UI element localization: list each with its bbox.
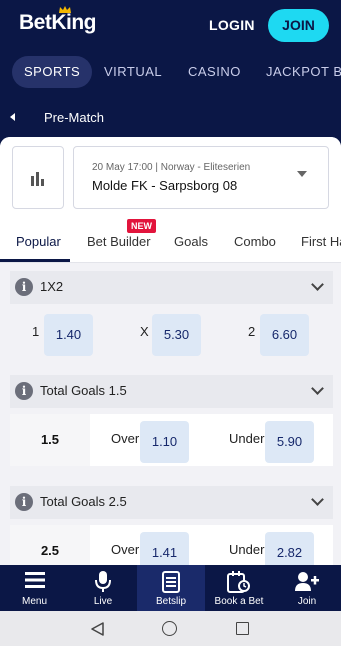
odds-button-over[interactable]: 1.10 (140, 421, 189, 463)
betking-logo[interactable]: BetKing (19, 11, 97, 35)
odds-button-over[interactable]: 1.41 (140, 532, 189, 565)
crown-icon (59, 6, 71, 13)
dropdown-arrow-icon (297, 171, 307, 177)
android-nav-bar (0, 611, 341, 646)
market-tabs: Popular Bet Builder Goals Combo First Ha (0, 223, 341, 263)
match-meta: 20 May 17:00 | Norway - Eliteserien (92, 162, 251, 173)
market-header-total-goals-1-5[interactable]: i Total Goals 1.5 (10, 375, 333, 408)
active-tab-indicator (0, 259, 70, 262)
nav-live[interactable]: Live (69, 565, 137, 611)
betslip-icon (162, 571, 180, 593)
login-button[interactable]: LOGIN (209, 17, 255, 33)
tab-combo[interactable]: Combo (234, 234, 276, 249)
category-nav: SPORTS VIRTUAL CASINO JACKPOT BE (0, 56, 341, 88)
nav-label: Menu (21, 596, 47, 607)
match-header: 20 May 17:00 | Norway - Eliteserien Mold… (0, 137, 341, 263)
odds-button-draw[interactable]: 5.30 (152, 314, 201, 356)
back-arrow-icon[interactable] (10, 113, 15, 121)
selection-label: X (140, 324, 149, 339)
info-icon[interactable]: i (15, 382, 33, 400)
selection-label: Over (111, 542, 140, 557)
odds-button-under[interactable]: 5.90 (265, 421, 314, 463)
bar-chart-icon (31, 172, 44, 186)
bottom-nav: Menu Live Betslip Book a Bet Join (0, 565, 341, 611)
market-row-total-goals-2-5: 2.5 Over 1.41 Under 2.82 (10, 525, 333, 565)
chevron-down-icon (311, 382, 324, 395)
odds-button-home[interactable]: 1.40 (44, 314, 93, 356)
tab-goals[interactable]: Goals (174, 234, 208, 249)
selection-label: Under (229, 542, 265, 557)
selection-label: Under (229, 431, 265, 446)
nav-label: Book a Bet (214, 596, 264, 607)
match-panel: 20 May 17:00 | Norway - Eliteserien Mold… (0, 137, 341, 565)
new-badge: NEW (127, 219, 156, 233)
selection-label: 2 (248, 324, 256, 339)
match-name: Molde FK - Sarpsborg 08 (92, 178, 238, 193)
goal-line: 1.5 (10, 414, 90, 466)
nav-book-a-bet[interactable]: Book a Bet (205, 565, 273, 611)
tab-bet-builder[interactable]: Bet Builder (87, 234, 151, 249)
chevron-down-icon (311, 493, 324, 506)
app-header: BetKing LOGIN JOIN (0, 0, 341, 52)
nav-label: Live (93, 596, 113, 607)
book-a-bet-icon (227, 571, 250, 593)
selection-label: Over (111, 431, 140, 446)
market-title: 1X2 (40, 279, 64, 294)
chevron-down-icon (311, 278, 324, 291)
microphone-icon (95, 571, 111, 592)
join-button[interactable]: JOIN (268, 9, 329, 42)
nav-join[interactable]: Join (273, 565, 341, 611)
market-row-1x2: 1 1.40 X 5.30 2 6.60 (10, 307, 333, 359)
android-recents-icon[interactable] (236, 622, 249, 635)
nav-label: Betslip (155, 596, 186, 607)
info-icon[interactable]: i (15, 493, 33, 511)
stats-button[interactable] (12, 146, 64, 209)
tab-first-half[interactable]: First Ha (301, 234, 341, 249)
prematch-bar: Pre-Match (0, 100, 341, 136)
odds-button-under[interactable]: 2.82 (265, 532, 314, 565)
nav-label: Join (297, 596, 317, 607)
android-back-icon[interactable] (91, 622, 105, 636)
category-virtual[interactable]: VIRTUAL (104, 56, 162, 88)
odds-button-away[interactable]: 6.60 (260, 314, 309, 356)
market-header-total-goals-2-5[interactable]: i Total Goals 2.5 (10, 486, 333, 519)
add-user-icon (295, 572, 319, 591)
match-selector[interactable]: 20 May 17:00 | Norway - Eliteserien Mold… (73, 146, 329, 209)
market-title: Total Goals 2.5 (40, 494, 127, 509)
nav-menu[interactable]: Menu (0, 565, 69, 611)
category-casino[interactable]: CASINO (188, 56, 241, 88)
android-home-icon[interactable] (162, 621, 177, 636)
nav-betslip[interactable]: Betslip (137, 565, 205, 611)
tab-popular[interactable]: Popular (16, 234, 61, 249)
market-title: Total Goals 1.5 (40, 383, 127, 398)
category-sports[interactable]: SPORTS (12, 56, 93, 88)
menu-icon (24, 572, 45, 588)
market-row-total-goals-1-5: 1.5 Over 1.10 Under 5.90 (10, 414, 333, 466)
info-icon[interactable]: i (15, 278, 33, 296)
category-jackpot[interactable]: JACKPOT BE (266, 56, 341, 88)
prematch-title: Pre-Match (44, 110, 104, 125)
selection-label: 1 (32, 324, 40, 339)
goal-line: 2.5 (10, 525, 90, 565)
market-header-1x2[interactable]: i 1X2 (10, 271, 333, 304)
